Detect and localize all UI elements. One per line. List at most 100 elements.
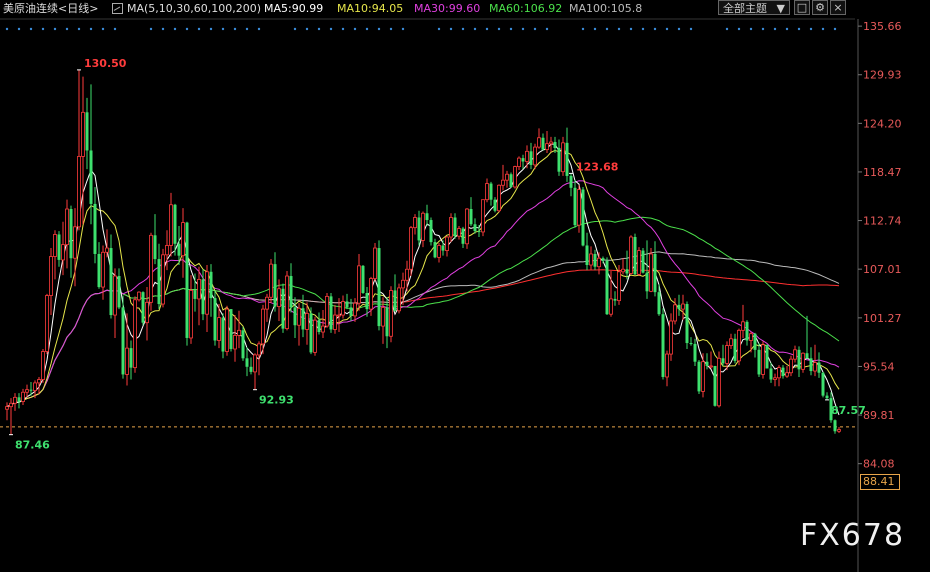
candle	[9, 398, 13, 435]
event-dot	[641, 27, 645, 31]
candle-body	[597, 257, 601, 268]
candle	[77, 69, 81, 231]
candle-body	[617, 271, 621, 302]
candle-body	[409, 227, 413, 270]
event-dot	[185, 27, 189, 31]
candle	[761, 341, 765, 379]
candlestick-chart[interactable]: 130.50123.6892.9387.4687.57 135.66129.93…	[0, 0, 930, 572]
candle-body	[745, 321, 749, 341]
candle	[209, 264, 213, 317]
candle-body	[353, 302, 357, 317]
candle	[809, 347, 813, 376]
candle	[465, 208, 469, 249]
candle-body	[797, 349, 801, 370]
event-dot	[749, 27, 753, 31]
candle	[797, 346, 801, 377]
candle-body	[257, 343, 261, 356]
candle-body	[749, 333, 753, 341]
candle	[605, 257, 609, 316]
candle-body	[225, 308, 229, 352]
candle-body	[277, 288, 281, 307]
candle-body	[201, 279, 205, 315]
candle-body	[473, 224, 477, 232]
candle-body	[513, 166, 517, 188]
candle-body	[297, 307, 301, 326]
candle	[97, 242, 101, 289]
candle	[449, 213, 453, 243]
event-dot	[113, 27, 117, 31]
candle-body	[17, 397, 21, 402]
candle-body	[405, 268, 409, 281]
candle-body	[9, 402, 13, 408]
candle	[329, 292, 333, 333]
candle	[333, 304, 337, 334]
candle-body	[121, 307, 125, 375]
candle-body	[305, 312, 309, 330]
candle-body	[605, 260, 609, 315]
candle-body	[233, 335, 237, 350]
candle	[821, 371, 825, 398]
candle	[485, 178, 489, 203]
candle	[45, 293, 49, 355]
candle	[785, 365, 789, 378]
candle	[461, 226, 465, 249]
event-dot	[665, 27, 669, 31]
candle	[721, 344, 725, 366]
candle	[309, 307, 313, 355]
candle	[289, 263, 293, 313]
candle-body	[321, 325, 325, 333]
candle	[629, 235, 633, 275]
candle-body	[41, 351, 45, 380]
candle	[445, 236, 449, 257]
candle	[421, 211, 425, 248]
candle	[353, 298, 357, 322]
candle-body	[441, 245, 445, 251]
candle	[145, 287, 149, 341]
candle-body	[657, 292, 661, 315]
candle	[225, 305, 229, 356]
candle	[517, 156, 521, 170]
candle-body	[445, 236, 449, 251]
candle-body	[81, 111, 85, 157]
event-dot	[593, 27, 597, 31]
candle	[501, 164, 505, 191]
candle-body	[345, 301, 349, 308]
event-dot	[473, 27, 477, 31]
candle-body	[601, 258, 605, 261]
candle-body	[569, 175, 573, 188]
candle-body	[789, 358, 793, 374]
candle-body	[521, 158, 525, 162]
candle-body	[477, 231, 481, 233]
event-dot	[785, 27, 789, 31]
candle-body	[729, 338, 733, 346]
event-dot	[497, 27, 501, 31]
event-dot	[89, 27, 93, 31]
candle-body	[509, 174, 513, 187]
event-dot	[317, 27, 321, 31]
candle	[157, 243, 161, 310]
candle	[409, 225, 413, 277]
candle	[825, 392, 829, 400]
candle	[141, 291, 145, 326]
event-dot	[305, 27, 309, 31]
candle-body	[73, 226, 77, 259]
event-dot	[617, 27, 621, 31]
candle-body	[125, 347, 129, 375]
candle-body	[505, 173, 509, 181]
candle-body	[329, 296, 333, 330]
candle	[765, 344, 769, 369]
candle	[413, 214, 417, 235]
event-dot	[221, 27, 225, 31]
candle	[229, 309, 233, 352]
candle	[497, 184, 501, 213]
candle-body	[389, 290, 393, 337]
candle-body	[609, 298, 613, 315]
candle-body	[301, 308, 305, 330]
candle	[357, 253, 361, 311]
candle-body	[733, 338, 737, 361]
candle	[509, 172, 513, 188]
event-dot	[5, 27, 9, 31]
candle-body	[693, 343, 697, 362]
candle	[41, 348, 45, 383]
event-dot	[797, 27, 801, 31]
